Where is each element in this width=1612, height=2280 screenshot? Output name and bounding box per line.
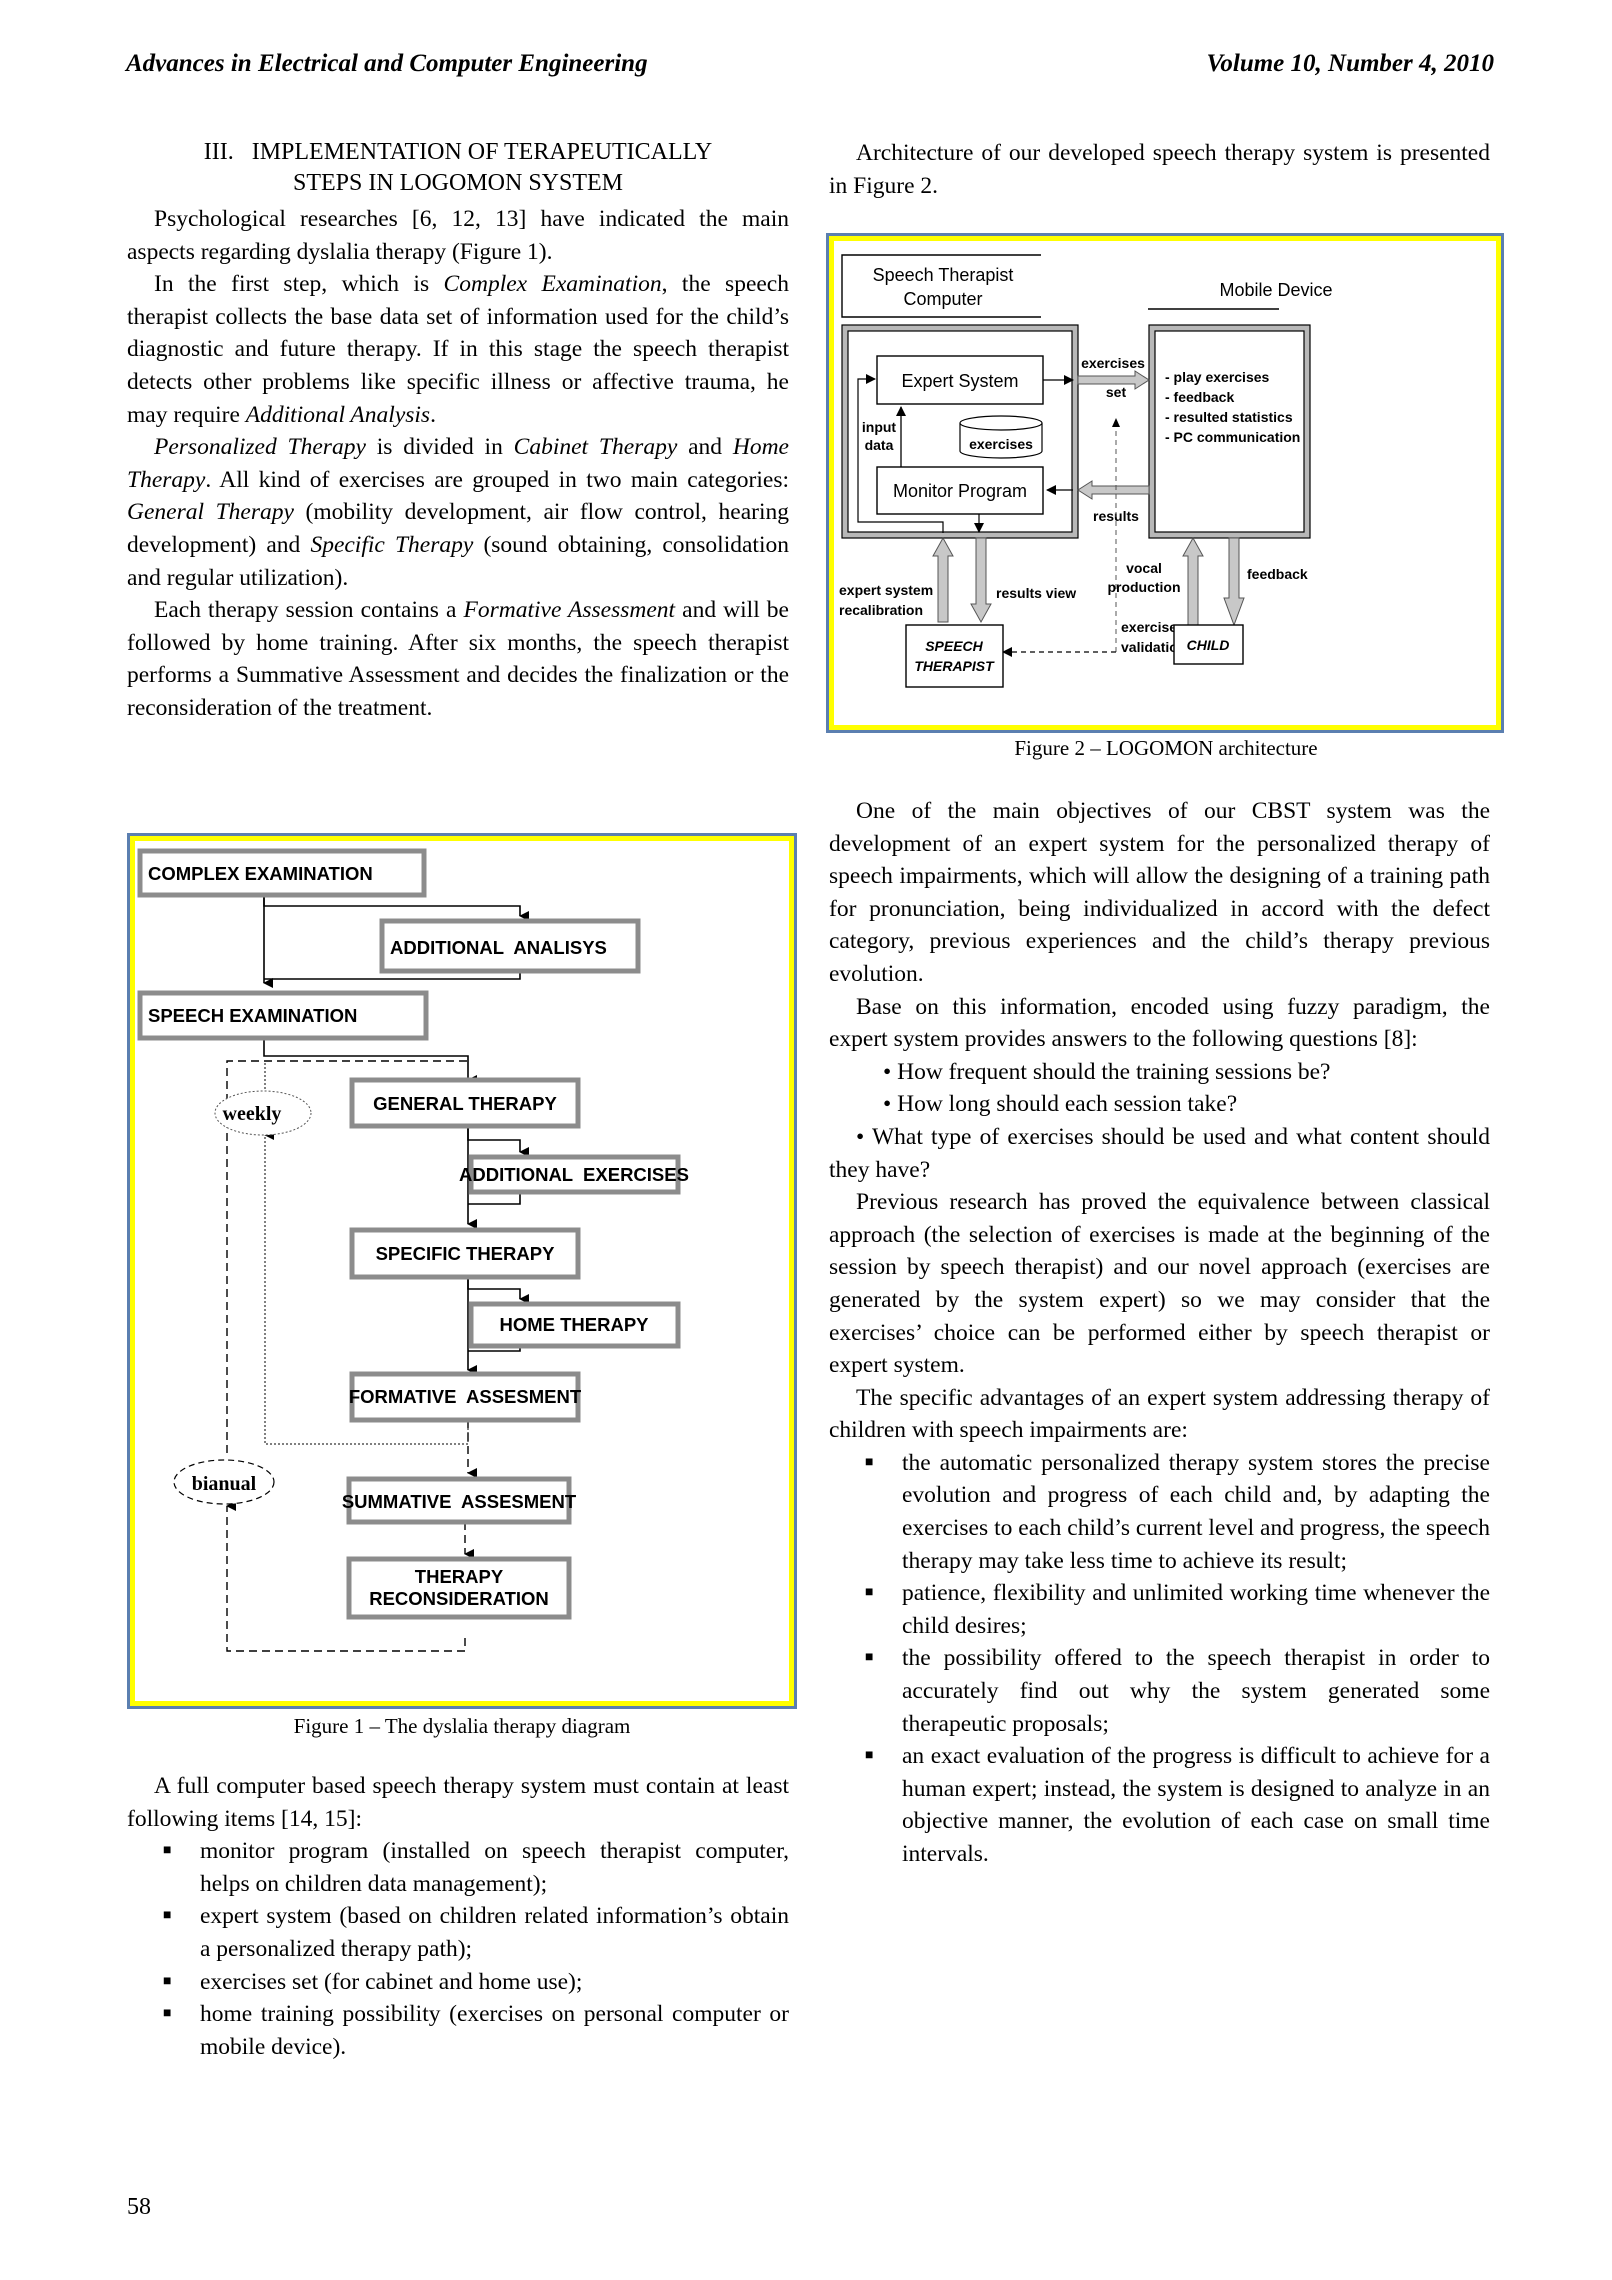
square-bullet-icon: ■ xyxy=(865,1748,874,1764)
feedback-arrow xyxy=(1223,537,1245,627)
label-additional-analisys: ADDITIONAL ANALISYS xyxy=(390,937,607,958)
page-number: 58 xyxy=(127,2194,151,2220)
exercises-set-label-1: exercises xyxy=(1081,355,1145,371)
results-view-arrow xyxy=(970,537,992,624)
figure-2-frame: Speech Therapist Computer Mobile Device … xyxy=(826,233,1504,733)
advantages-list: ■ the automatic personalized therapy syst… xyxy=(829,1447,1490,1871)
square-bullet-icon: ■ xyxy=(163,2006,172,2022)
figure-1: weekly bianual COMPLEX EXAMINATION ADDIT… xyxy=(127,833,797,1739)
requirements-list: ■ monitor program (installed on speech th… xyxy=(127,1835,789,2063)
square-bullet-icon: ■ xyxy=(163,1973,172,1989)
label-summative-assesment: SUMMATIVE ASSESMENT xyxy=(342,1491,577,1512)
label-therapy-reconsideration-1: THERAPY xyxy=(415,1566,504,1587)
mobile-device-label: Mobile Device xyxy=(1219,280,1332,300)
recalibration-arrow xyxy=(932,536,954,623)
results-view-label: results view xyxy=(996,585,1076,601)
section-title-line2: STEPS IN LOGOMON SYSTEM xyxy=(292,170,624,196)
st-computer-label-1: Speech Therapist xyxy=(873,265,1014,285)
section-number: III. xyxy=(203,139,234,165)
label-complex-examination: COMPLEX EXAMINATION xyxy=(148,863,373,884)
speech-therapist-label-2: THERAPIST xyxy=(914,658,995,674)
paragraph: In the first step, which is Complex Exam… xyxy=(127,271,789,428)
figure-1-caption: Figure 1 – The dyslalia therapy diagram xyxy=(293,1714,631,1738)
paragraph: The specific advantages of an expert sys… xyxy=(829,1384,1490,1444)
child-label: CHILD xyxy=(1187,637,1230,653)
label-therapy-reconsideration-2: RECONSIDERATION xyxy=(369,1588,549,1609)
right-column-lower: One of the main objectives of our CBST s… xyxy=(829,795,1490,1871)
st-computer-label-2: Computer xyxy=(903,289,982,309)
right-column-top: Architecture of our developed speech the… xyxy=(829,137,1490,202)
list-item: ■ an exact evaluation of the progress is … xyxy=(829,1740,1490,1870)
left-column-lower: A full computer based speech therapy sys… xyxy=(127,1770,789,2063)
vocal-production-arrow xyxy=(1182,536,1204,626)
figure-2: Speech Therapist Computer Mobile Device … xyxy=(826,233,1506,761)
paragraph: One of the main objectives of our CBST s… xyxy=(829,798,1490,987)
recalibration-label-1: expert system xyxy=(839,582,933,598)
exercises-db-label: exercises xyxy=(969,436,1033,452)
speech-therapist-box xyxy=(905,624,1004,688)
left-column: III. IMPLEMENTATION OF TERAPEUTICALLY ST… xyxy=(127,137,789,725)
results-arrow xyxy=(1077,480,1150,500)
journal-title: Advances in Electrical and Computer Engi… xyxy=(126,50,648,77)
square-bullet-icon: ■ xyxy=(163,1908,172,1924)
label-home-therapy: HOME THERAPY xyxy=(499,1314,649,1335)
input-data-label-2: data xyxy=(865,437,894,453)
paragraph: Base on this information, encoded using … xyxy=(829,993,1490,1053)
paragraph: Each therapy session contains a Formativ… xyxy=(127,597,789,721)
paragraph: Previous research has proved the equival… xyxy=(829,1189,1490,1379)
question-item: • How frequent should the training sessi… xyxy=(883,1058,1331,1085)
section-title: III. IMPLEMENTATION OF TERAPEUTICALLY ST… xyxy=(127,137,789,199)
volume-info: Volume 10, Number 4, 2010 xyxy=(1206,50,1494,77)
list-item: ■ monitor program (installed on speech th… xyxy=(127,1835,789,1900)
bianual-label: bianual xyxy=(192,1473,257,1495)
paragraph: Psychological researches [6, 12, 13] hav… xyxy=(127,206,789,265)
vocal-label-1: vocal xyxy=(1126,560,1162,576)
mobile-item: - play exercises xyxy=(1165,369,1270,385)
paragraph: Architecture of our developed speech the… xyxy=(829,140,1490,199)
square-bullet-icon: ■ xyxy=(865,1650,874,1666)
label-formative-assesment: FORMATIVE ASSESMENT xyxy=(349,1386,582,1407)
list-item: ■ the possibility offered to the speech t… xyxy=(829,1642,1490,1740)
square-bullet-icon: ■ xyxy=(163,1843,172,1859)
mobile-item: - feedback xyxy=(1165,389,1234,405)
label-general-therapy: GENERAL THERAPY xyxy=(373,1093,557,1114)
exercises-set-label-2: set xyxy=(1106,384,1127,400)
vocal-label-2: production xyxy=(1107,579,1180,595)
dyslalia-therapy-diagram: weekly bianual COMPLEX EXAMINATION ADDIT… xyxy=(137,848,689,1652)
list-item: ■ expert system (based on children relate… xyxy=(127,1900,789,1965)
question-item: • What type of exercises should be used … xyxy=(829,1123,1490,1183)
square-bullet-icon: ■ xyxy=(865,1454,874,1470)
list-item: ■ exercises set (for cabinet and home use… xyxy=(127,1966,789,1999)
label-specific-therapy: SPECIFIC THERAPY xyxy=(376,1243,556,1264)
paragraph: Personalized Therapy is divided in Cabin… xyxy=(127,434,789,591)
paragraph: A full computer based speech therapy sys… xyxy=(127,1773,789,1832)
question-item: • How long should each session take? xyxy=(883,1091,1238,1118)
speech-therapist-label-1: SPEECH xyxy=(925,638,983,654)
mobile-item: - PC communication xyxy=(1165,429,1300,445)
figure-2-caption: Figure 2 – LOGOMON architecture xyxy=(1014,736,1318,760)
list-item: ■ the automatic personalized therapy syst… xyxy=(829,1447,1490,1577)
list-item: ■ patience, flexibility and unlimited wor… xyxy=(829,1577,1490,1642)
square-bullet-icon: ■ xyxy=(865,1585,874,1601)
section-title-line1: IMPLEMENTATION OF TERAPEUTICALLY xyxy=(251,139,713,165)
weekly-label: weekly xyxy=(223,1103,282,1125)
recalibration-label-2: recalibration xyxy=(839,602,923,618)
list-item: ■ home training possibility (exercises on… xyxy=(127,1998,789,2063)
label-speech-examination: SPEECH EXAMINATION xyxy=(148,1005,357,1026)
label-additional-exercises: ADDITIONAL EXERCISES xyxy=(459,1164,689,1185)
input-data-label-1: input xyxy=(862,419,897,435)
figure-1-frame: weekly bianual COMPLEX EXAMINATION ADDIT… xyxy=(127,833,797,1709)
logomon-architecture-diagram: Speech Therapist Computer Mobile Device … xyxy=(839,254,1333,688)
feedback-label: feedback xyxy=(1247,566,1308,582)
mobile-item: - resulted statistics xyxy=(1165,409,1293,425)
expert-system-label: Expert System xyxy=(901,371,1018,391)
monitor-program-label: Monitor Program xyxy=(893,481,1027,501)
